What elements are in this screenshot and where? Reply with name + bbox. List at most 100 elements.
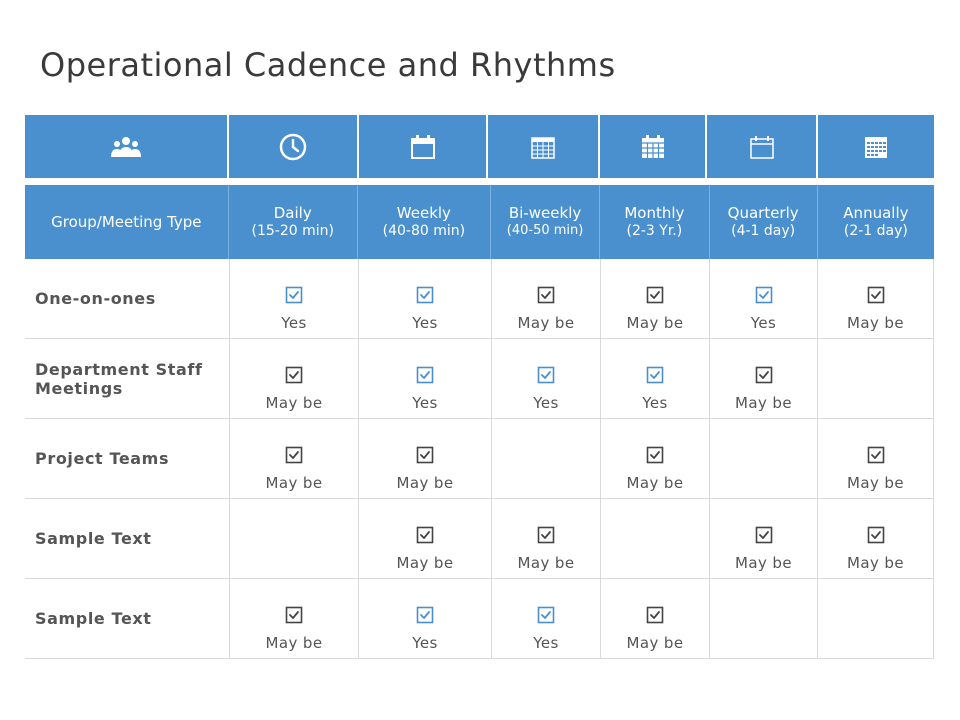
checkbox-icon	[416, 286, 434, 304]
table-cell: May be	[229, 339, 358, 418]
checkbox-icon	[867, 526, 884, 544]
cell-value: May be	[847, 314, 904, 332]
clock-icon	[279, 133, 307, 160]
table-cell: May be	[229, 579, 358, 658]
table-cell: May be	[600, 579, 709, 658]
table-cell: May be	[600, 419, 709, 498]
column-header-row: Group/Meeting Type Daily (15-20 min) Wee…	[25, 185, 934, 259]
cell-value: Yes	[642, 394, 668, 412]
icon-cell	[229, 115, 357, 178]
calendar-grid-icon	[531, 136, 555, 159]
header-sublabel: (40-50 min)	[506, 223, 584, 238]
table-row: Sample Text May be May be May be May be	[25, 499, 934, 579]
cell-value: Yes	[412, 394, 438, 412]
table-cell	[709, 419, 817, 498]
cell-value: Yes	[281, 314, 307, 332]
cell-value: May be	[265, 394, 323, 412]
checkbox-icon	[285, 606, 303, 624]
cell-value: May be	[265, 474, 323, 492]
header-label: Daily	[273, 204, 312, 222]
row-label: Sample Text	[35, 529, 152, 548]
cell-value: Yes	[750, 314, 777, 332]
table-row: Department Staff Meetings May be Yes Yes Yes…	[25, 339, 934, 419]
header-weekly: Weekly (40-80 min)	[356, 185, 490, 259]
checkbox-icon	[646, 286, 664, 304]
header-group-meeting-type: Group/Meeting Type	[25, 185, 228, 259]
table-cell: Yes	[358, 259, 491, 338]
cell-value: May be	[396, 474, 454, 492]
table-cell: Yes	[229, 259, 358, 338]
cell-value: May be	[517, 314, 575, 332]
header-quarterly: Quarterly (4-1 day)	[708, 185, 817, 259]
row-label: Sample Text	[35, 609, 152, 628]
header-bi-weekly: Bi-weekly (40-50 min)	[489, 185, 599, 259]
checkbox-icon	[285, 286, 303, 304]
table-cell	[491, 419, 600, 498]
checkbox-icon	[416, 446, 434, 464]
row-label: Project Teams	[35, 449, 170, 468]
cell-value: May be	[847, 474, 904, 492]
table-cell: May be	[600, 259, 709, 338]
header-label: Weekly	[396, 204, 451, 222]
checkbox-icon	[416, 366, 434, 384]
table-row: Sample Text May be Yes Yes May be	[25, 579, 934, 659]
table-cell: May be	[709, 339, 817, 418]
checkbox-icon	[285, 366, 303, 384]
header-sublabel: (15-20 min)	[251, 223, 334, 239]
table-cell: May be	[817, 499, 934, 578]
row-label: One-on-ones	[35, 289, 156, 308]
cell-value: May be	[265, 634, 323, 652]
cell-value: May be	[847, 554, 904, 572]
icon-cell	[707, 115, 816, 178]
checkbox-icon	[755, 286, 772, 304]
calendar-blank-icon	[749, 135, 774, 159]
calendar-monthly-icon	[641, 134, 664, 158]
calendar-blank-icon	[410, 134, 435, 159]
table-cell: May be	[491, 259, 600, 338]
icon-header-row	[25, 115, 934, 178]
header-label: Annually	[843, 204, 909, 222]
table-cell: May be	[817, 419, 934, 498]
table-cell	[817, 579, 934, 658]
cell-value: Yes	[533, 394, 559, 412]
icon-cell	[818, 115, 934, 178]
cell-value: May be	[517, 554, 575, 572]
cell-value: Yes	[412, 634, 438, 652]
header-label: Monthly	[624, 204, 685, 222]
cell-value: Yes	[412, 314, 438, 332]
checkbox-icon	[755, 526, 772, 544]
table-cell: Yes	[600, 339, 709, 418]
table-cell: May be	[358, 419, 491, 498]
icon-cell	[359, 115, 486, 178]
checkbox-icon	[867, 286, 884, 304]
cell-value: May be	[396, 554, 454, 572]
header-label: Bi-weekly	[508, 204, 582, 222]
row-label: Department Staff Meetings	[35, 359, 203, 398]
checkbox-icon	[646, 366, 664, 384]
table-cell	[709, 579, 817, 658]
cell-value: Yes	[533, 634, 559, 652]
checkbox-icon	[646, 606, 664, 624]
checkbox-icon	[416, 526, 434, 544]
checkbox-icon	[285, 446, 303, 464]
header-sublabel: (40-80 min)	[382, 223, 466, 239]
checkbox-icon	[416, 606, 434, 624]
table-cell: May be	[358, 499, 491, 578]
header-daily: Daily (15-20 min)	[227, 185, 357, 259]
header-monthly: Monthly (2-3 Yr.)	[599, 185, 708, 259]
table-cell: Yes	[491, 339, 600, 418]
checkbox-icon	[646, 446, 664, 464]
header-sublabel: (2-1 day)	[843, 223, 908, 239]
checkbox-icon	[867, 446, 884, 464]
icon-cell	[488, 115, 598, 178]
cell-value: May be	[626, 314, 684, 332]
table-cell: May be	[817, 259, 934, 338]
checkbox-icon	[537, 366, 555, 384]
checkbox-icon	[537, 286, 555, 304]
checkbox-icon	[755, 366, 772, 384]
icon-cell	[25, 115, 227, 178]
table-cell: May be	[491, 499, 600, 578]
calendar-full-icon	[865, 136, 887, 158]
header-sublabel: (2-3 Yr.)	[626, 223, 683, 239]
icon-cell	[600, 115, 705, 178]
